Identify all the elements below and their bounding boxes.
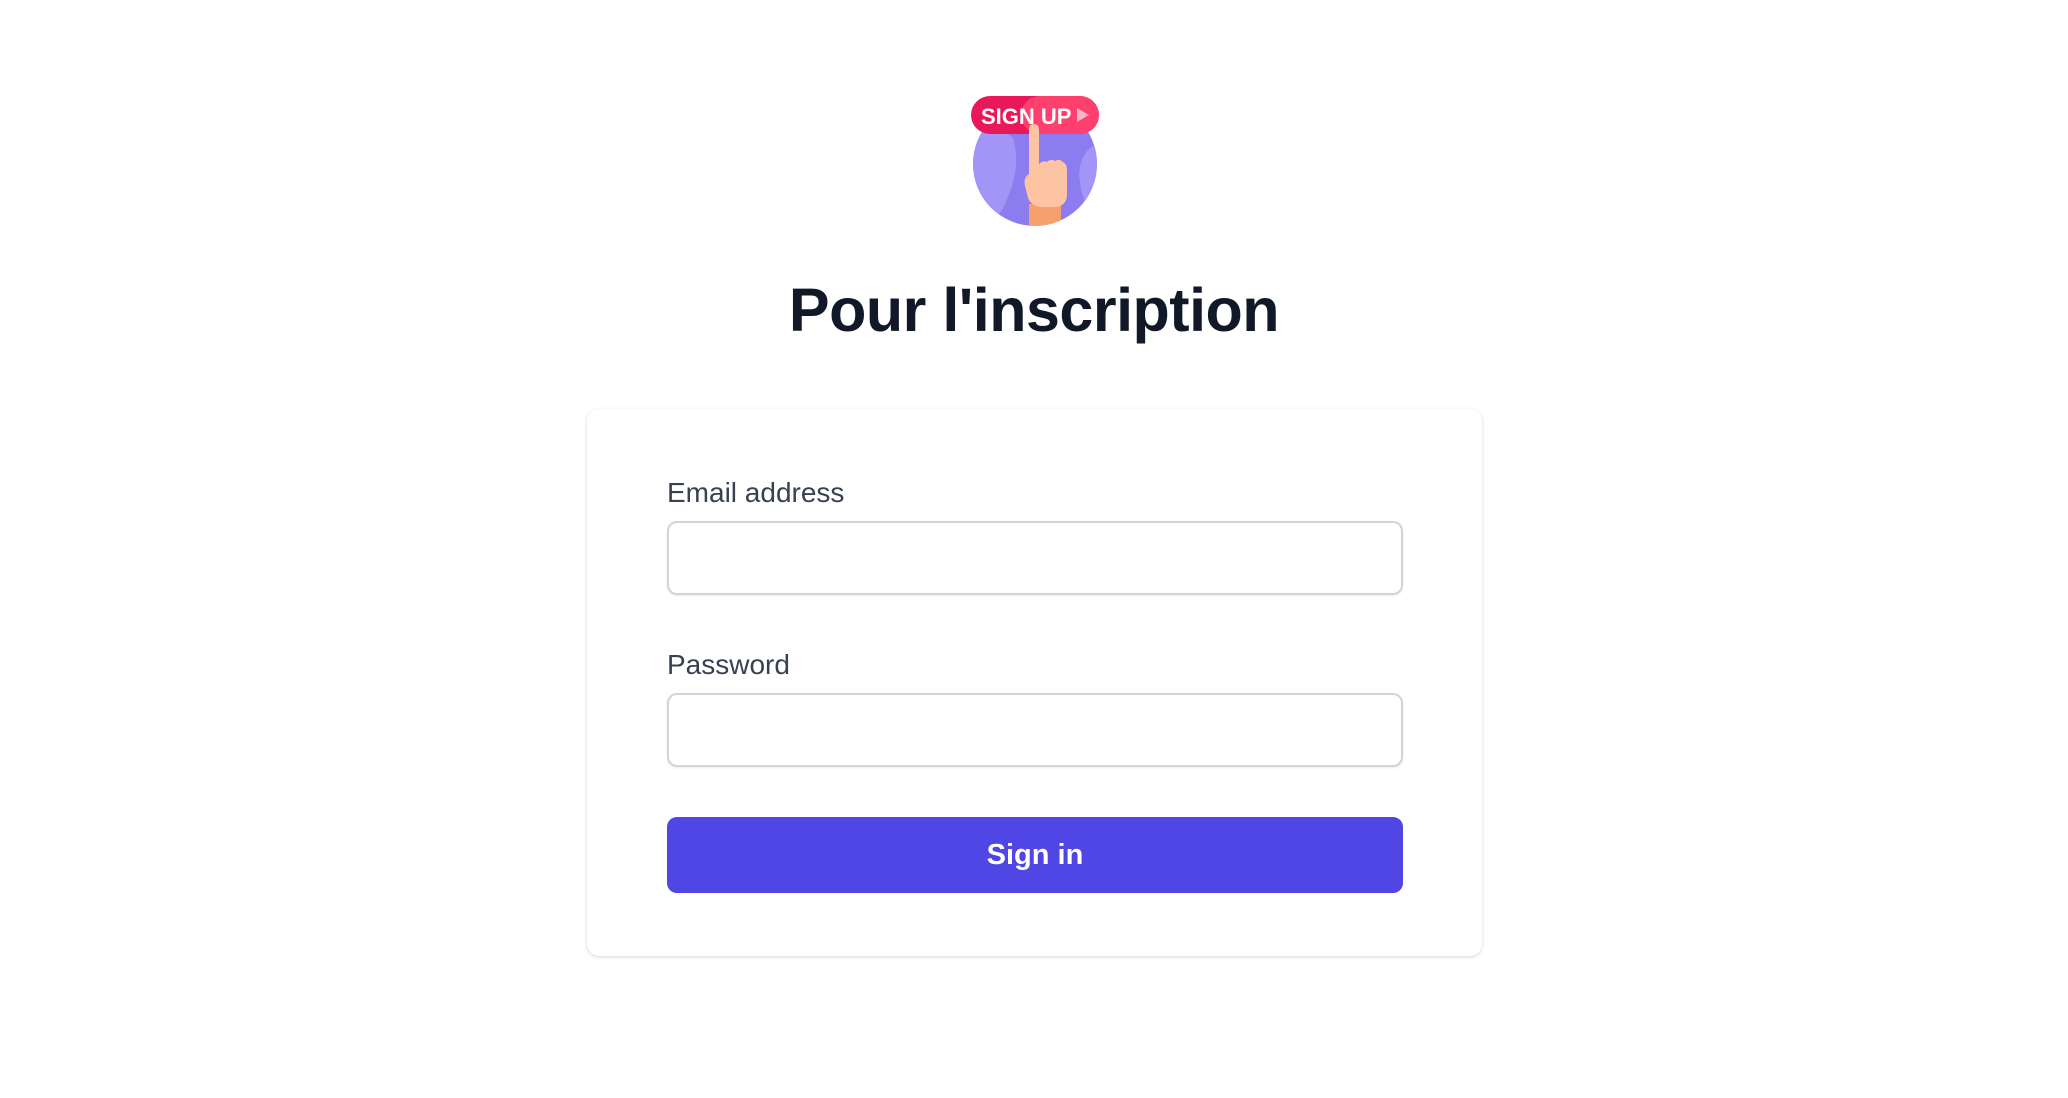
page-title: Pour l'inscription	[788, 276, 1280, 344]
sign-in-button[interactable]: Sign in	[667, 817, 1403, 893]
password-field[interactable]	[667, 693, 1403, 767]
email-field[interactable]	[667, 521, 1403, 595]
login-card: Email address Password Sign in	[587, 409, 1482, 956]
email-label: Email address	[667, 477, 845, 508]
password-label: Password	[667, 649, 790, 680]
signup-logo: SIGN UP	[969, 94, 1101, 228]
signup-hand-icon: SIGN UP	[971, 96, 1099, 226]
login-page: SIGN UP Pour l'inscription Email address…	[0, 0, 2068, 1098]
logo-badge-text: SIGN UP	[981, 104, 1071, 129]
